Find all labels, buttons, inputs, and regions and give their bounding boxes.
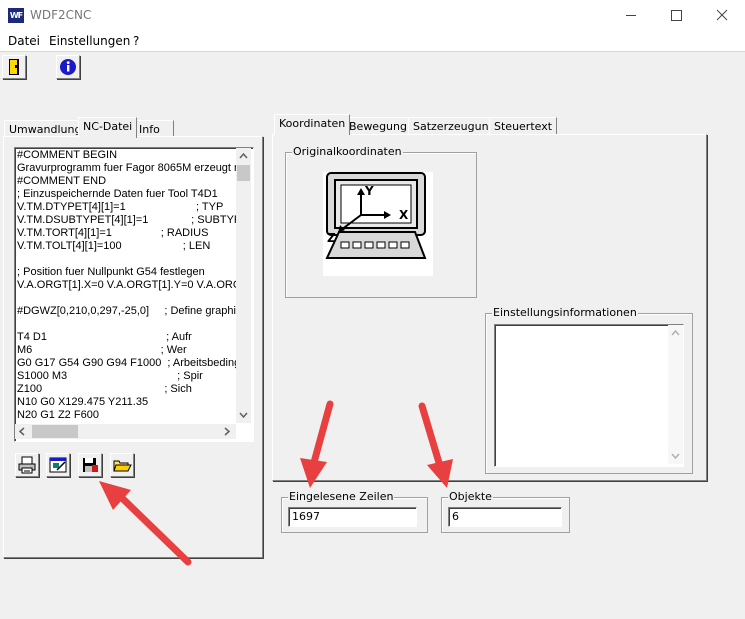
code-line: T4 D1 ; Aufr [17,331,192,343]
settings-info-scrollbar[interactable] [668,325,683,464]
objects-field[interactable]: 6 [448,507,562,527]
code-line: M6 ; Wer [17,344,187,356]
exit-door-icon [9,59,19,75]
info-icon [60,59,76,75]
original-coordinates-group: Originalkoordinaten Y X Z [285,145,477,298]
tab-steuertext[interactable]: Steuertext [489,117,558,135]
edit-file-button[interactable] [46,453,70,477]
print-icon [18,456,36,474]
objects-label: Objekte [448,490,493,503]
right-tab-strip: Koordinaten Bewegung Satzerzeugung Steue… [274,114,714,136]
code-line: N10 G0 X129.475 Y211.35 [17,396,149,408]
menu-help[interactable]: ? [133,34,139,48]
axis-label-z: Z [327,231,336,245]
client-area: Umwandlung NC-Datei Info #COMMENT BEGIN … [0,82,745,619]
objects-value: 6 [452,510,459,523]
minimize-icon [626,15,636,16]
tab-nc-datei[interactable]: NC-Datei [78,117,138,138]
save-button[interactable] [78,453,102,477]
code-line: N20 G1 Z2 F600 [17,409,99,421]
code-line: Gravurprogramm fuer Fagor 8065M erzeugt … [17,162,236,174]
read-lines-label: Eingelesene Zeilen [288,490,395,503]
menu-bar: Datei Einstellungen ? [0,31,745,52]
title-bar: WF WDF2CNC [0,0,745,31]
code-line: V.TM.DSUBTYPET[4][1]=1 ; SUBTYP [17,214,236,226]
nc-code-textarea[interactable]: #COMMENT BEGIN Gravurprogramm fuer Fagor… [14,147,254,442]
tab-satzerzeugung[interactable]: Satzerzeugung [408,117,501,135]
settings-info-label: Einstellungsinformationen [492,306,638,319]
settings-info-scroll-arrows-icon [671,329,680,460]
tab-koordinaten[interactable]: Koordinaten [274,114,351,135]
objects-group: Objekte 6 [441,490,570,533]
window-title: WDF2CNC [30,8,92,22]
axis-label-y: Y [365,184,374,198]
open-button[interactable] [110,453,134,477]
exit-button[interactable] [2,55,26,79]
nc-datei-panel: #COMMENT BEGIN Gravurprogramm fuer Fagor… [3,136,263,558]
code-line: V.A.ORGT[1].X=0 V.A.ORGT[1].Y=0 V.A.ORG [17,279,236,291]
code-line: Z100 ; Sich [17,383,192,395]
toolbar [0,52,745,82]
code-line: V.TM.TOLT[4][1]=100 ; LEN [17,240,211,252]
close-icon [716,9,728,21]
read-lines-group: Eingelesene Zeilen 1697 [281,490,428,533]
settings-info-group: Einstellungsinformationen [485,306,693,474]
cnc-machine-image: Y X Z [323,172,433,276]
code-line: G0 G17 G54 G90 G94 F1000 ; Arbeitsbeding [17,357,236,369]
info-button[interactable] [56,55,80,79]
print-button[interactable] [15,453,39,477]
code-line: ; Position fuer Nullpunkt G54 festlegen [17,266,205,278]
code-line: #COMMENT END [17,175,107,187]
edit-file-icon [49,457,67,473]
code-line: ; Einzuspeichernde Daten fuer Tool T4D1 [17,188,218,200]
minimize-button[interactable] [608,0,654,31]
menu-datei[interactable]: Datei [8,34,40,48]
app-icon: WF [8,8,24,23]
maximize-button[interactable] [654,0,700,31]
settings-info-listbox[interactable] [494,324,684,467]
code-line: S1000 M3 ; Spir [17,370,203,382]
axis-label-x: X [399,208,409,222]
menu-einstellungen[interactable]: Einstellungen [49,34,130,48]
read-lines-value: 1697 [292,510,320,523]
maximize-icon [671,10,682,21]
koordinaten-panel: Originalkoordinaten Y X Z Einstellungsin… [272,134,707,481]
read-lines-field[interactable]: 1697 [288,507,417,527]
horizontal-scrollbar-arrows-icon [18,425,231,438]
vertical-scrollbar[interactable] [236,148,251,423]
code-line: V.TM.TORT[4][1]=1 ; RADIUS [17,227,209,239]
save-disk-icon [83,458,98,472]
open-folder-icon [113,460,132,472]
code-line: #COMMENT BEGIN [17,149,118,161]
tab-bewegung[interactable]: Bewegung [344,117,412,135]
code-line: #DGWZ[0,210,0,297,-25,0] ; Define graphi… [17,305,236,317]
horizontal-scrollbar[interactable] [15,424,236,439]
vertical-scrollbar-arrows-icon [237,152,250,419]
original-coordinates-label: Originalkoordinaten [292,145,403,158]
cnc-machine-icon [325,172,427,259]
close-button[interactable] [699,0,745,31]
nc-code-content: #COMMENT BEGIN Gravurprogramm fuer Fagor… [15,149,236,425]
code-line: V.TM.DTYPET[4][1]=1 ; TYP [17,201,224,213]
